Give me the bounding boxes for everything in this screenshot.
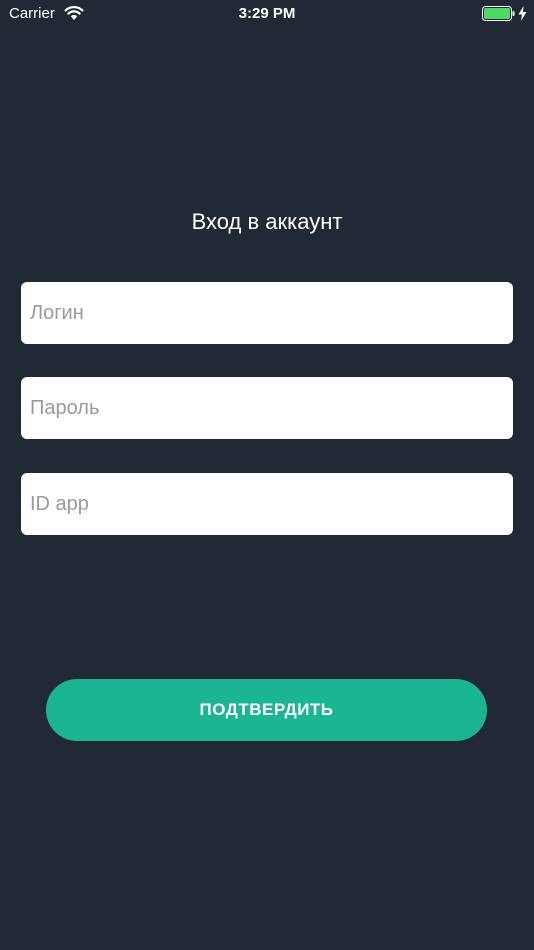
password-input[interactable]	[21, 377, 513, 439]
status-bar: Carrier 3:29 PM	[0, 0, 534, 28]
app-id-input[interactable]	[21, 473, 513, 535]
confirm-button[interactable]: ПОДТВЕРДИТЬ	[46, 679, 487, 741]
charging-bolt-icon	[518, 6, 527, 21]
status-time: 3:29 PM	[238, 5, 296, 22]
page-title: Вход в аккаунт	[191, 209, 343, 234]
login-input[interactable]	[21, 282, 513, 344]
battery-icon	[482, 6, 515, 21]
